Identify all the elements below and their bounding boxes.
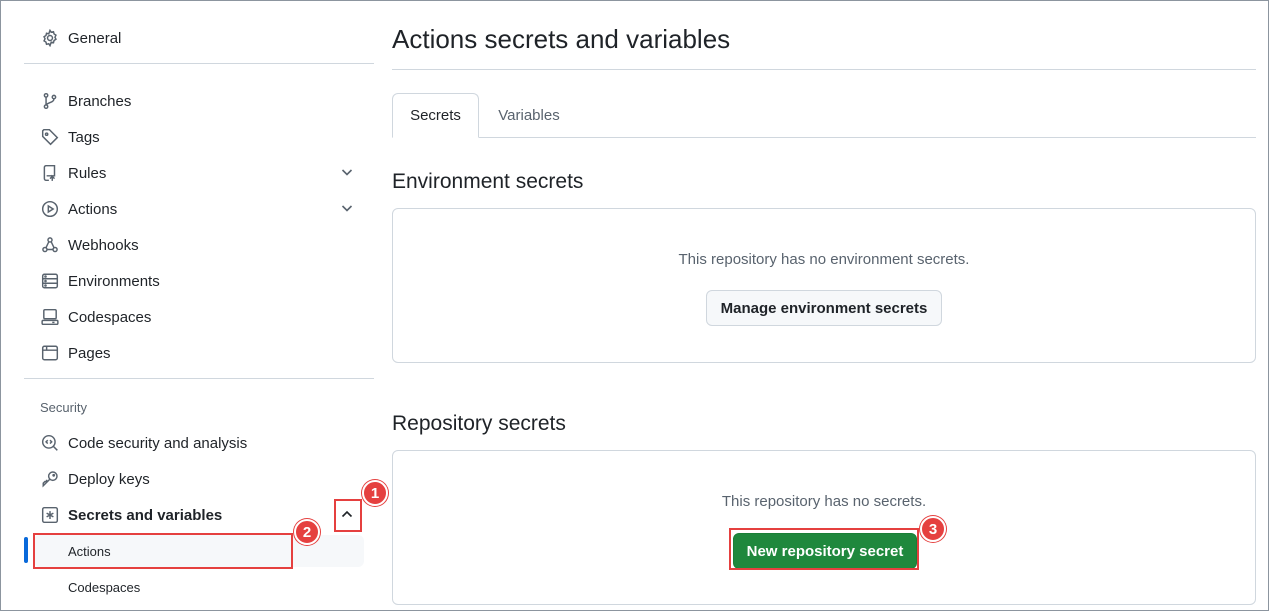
play-icon — [40, 199, 60, 219]
sidebar-item-actions[interactable]: Actions — [40, 193, 117, 225]
title-divider — [392, 69, 1256, 70]
manage-environment-secrets-button[interactable]: Manage environment secrets — [706, 290, 942, 326]
repository-secrets-heading: Repository secrets — [392, 412, 566, 435]
sidebar-item-label: Deploy keys — [68, 470, 150, 488]
main-content: Actions secrets and variables Secrets Va… — [392, 0, 1256, 611]
repo-push-icon — [40, 163, 60, 183]
tab-label: Variables — [498, 107, 560, 124]
sidebar-item-rules[interactable]: Rules — [40, 157, 106, 189]
sidebar-item-label: Tags — [68, 128, 100, 146]
server-icon — [40, 271, 60, 291]
annotation-highlight-actions — [33, 533, 293, 569]
sidebar-item-label: General — [68, 29, 122, 47]
webhook-icon — [40, 235, 60, 255]
key-icon — [40, 469, 60, 489]
sidebar-divider — [24, 63, 374, 64]
sidebar-item-environments[interactable]: Environments — [40, 265, 160, 297]
sidebar-item-label: Webhooks — [68, 236, 139, 254]
sidebar-divider — [24, 378, 374, 379]
active-indicator — [24, 537, 28, 563]
sidebar-item-secrets-and-variables[interactable]: Secrets and variables — [40, 499, 222, 531]
sidebar-item-label: Branches — [68, 92, 132, 110]
sidebar-item-general[interactable]: General — [40, 22, 121, 54]
asterisk-icon — [40, 505, 60, 525]
annotation-marker-2: 2 — [294, 519, 320, 545]
sidebar-item-pages[interactable]: Pages — [40, 337, 111, 369]
tab-secrets[interactable]: Secrets — [392, 93, 479, 138]
environment-secrets-panel: This repository has no environment secre… — [392, 208, 1256, 363]
page-title: Actions secrets and variables — [392, 24, 731, 54]
sidebar-item-label: Environments — [68, 272, 160, 290]
sidebar-subitem-label: Codespaces — [68, 579, 141, 595]
chevron-down-icon[interactable] — [338, 199, 356, 217]
repository-empty-message: This repository has no secrets. — [721, 493, 927, 510]
sidebar-item-deploy-keys[interactable]: Deploy keys — [40, 463, 150, 495]
annotation-marker-3: 3 — [920, 516, 946, 542]
sidebar-item-code-security[interactable]: Code security and analysis — [40, 427, 247, 459]
annotation-marker-1: 1 — [362, 480, 388, 506]
settings-sidebar: General Branches Tags Rules Actions Webh… — [24, 0, 374, 611]
sidebar-item-branches[interactable]: Branches — [40, 85, 131, 117]
environment-empty-message: This repository has no environment secre… — [678, 251, 970, 268]
gear-icon — [40, 28, 60, 48]
sidebar-item-label: Code security and analysis — [68, 434, 248, 452]
git-branch-icon — [40, 91, 60, 111]
sidebar-item-label: Pages — [68, 344, 111, 362]
chevron-down-icon[interactable] — [338, 163, 356, 181]
sidebar-section-security: Security — [40, 400, 87, 415]
codescan-icon — [40, 433, 60, 453]
sidebar-item-tags[interactable]: Tags — [40, 121, 100, 153]
browser-icon — [40, 343, 60, 363]
sidebar-item-label: Rules — [68, 164, 107, 182]
tag-icon — [40, 127, 60, 147]
sidebar-item-label: Actions — [68, 200, 118, 218]
tab-variables[interactable]: Variables — [479, 93, 579, 138]
sidebar-item-codespaces[interactable]: Codespaces — [40, 301, 151, 333]
tab-label: Secrets — [410, 107, 461, 124]
environment-secrets-heading: Environment secrets — [392, 170, 584, 193]
codespaces-icon — [40, 307, 60, 327]
sidebar-subitem-codespaces[interactable]: Codespaces — [34, 571, 364, 603]
sidebar-item-label: Codespaces — [68, 308, 152, 326]
sidebar-item-webhooks[interactable]: Webhooks — [40, 229, 139, 261]
sidebar-item-label: Secrets and variables — [68, 506, 223, 524]
annotation-highlight-chevron — [334, 499, 362, 532]
annotation-highlight-new-secret — [729, 528, 919, 570]
